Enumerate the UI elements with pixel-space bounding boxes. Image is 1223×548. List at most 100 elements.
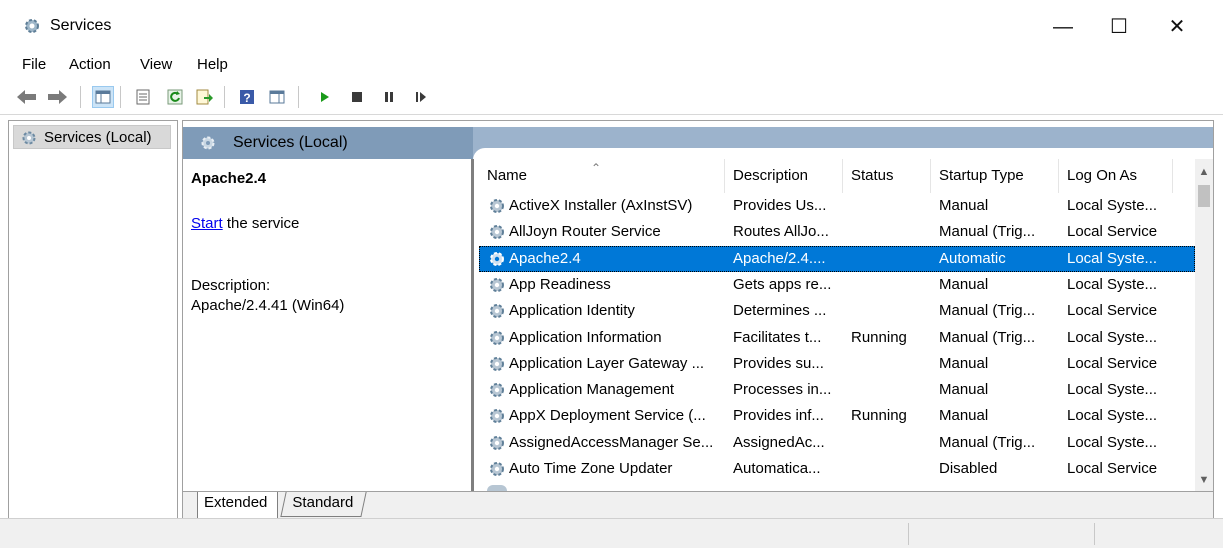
services-pane: Services (Local) Apache2.4 Start the ser…: [182, 120, 1214, 520]
close-button[interactable]: ✕: [1154, 8, 1200, 46]
table-row[interactable]: Application Identity Determines ... Manual…: [479, 298, 1195, 324]
properties-sheet-icon[interactable]: [132, 86, 154, 108]
table-row[interactable]: AllJoyn Router Service Routes AllJo... Man…: [479, 219, 1195, 245]
table-row[interactable]: Application Layer Gateway ... Provides su…: [479, 351, 1195, 377]
toolbar-separator: [298, 86, 299, 108]
service-description: Processes in...: [733, 381, 832, 399]
service-description: Gets apps re...: [733, 275, 832, 293]
gear-icon: [490, 199, 504, 213]
table-row[interactable]: Application Information Facilitates t... R…: [479, 325, 1195, 351]
service-startup-type: Manual (Trig...: [939, 328, 1036, 346]
action-pane-icon[interactable]: [266, 86, 288, 108]
service-description: Provides inf...: [733, 407, 824, 425]
pane-title: Services (Local): [233, 134, 348, 151]
table-row[interactable]: AppX Deployment Service (... Provides inf…: [479, 403, 1195, 429]
gear-icon: [25, 19, 39, 33]
back-arrow-icon[interactable]: [16, 86, 38, 108]
column-header-name[interactable]: Name ⌃: [479, 159, 725, 193]
menu-view[interactable]: View: [140, 56, 172, 73]
service-name: Apache2.4: [509, 249, 581, 267]
export-list-icon[interactable]: [194, 86, 216, 108]
status-divider: [908, 523, 909, 545]
service-log-on-as: Local Syste...: [1067, 433, 1158, 451]
service-startup-type: Manual (Trig...: [939, 223, 1036, 241]
service-log-on-as: Local Syste...: [1067, 249, 1158, 267]
play-icon[interactable]: [314, 86, 336, 108]
tree-item-services-local[interactable]: Services (Local): [13, 125, 171, 149]
column-header-log-on-as[interactable]: Log On As: [1059, 159, 1173, 193]
table-row[interactable]: ActiveX Installer (AxInstSV) Provides Us.…: [479, 193, 1195, 219]
service-name: AppX Deployment Service (...: [509, 407, 706, 425]
service-description: Apache/2.4....: [733, 249, 826, 267]
refresh-icon[interactable]: [164, 86, 186, 108]
column-header-status[interactable]: Status: [843, 159, 931, 193]
help-icon[interactable]: ?: [236, 86, 258, 108]
view-tabs: Extended Standard: [183, 491, 1213, 519]
service-description: Routes AllJo...: [733, 223, 829, 241]
table-row[interactable]: AssignedAccessManager Se... AssignedAc...…: [479, 430, 1195, 456]
status-divider: [1094, 523, 1095, 545]
toolbar: ?: [0, 80, 1223, 115]
service-startup-type: Manual: [939, 275, 989, 293]
menu-help[interactable]: Help: [197, 56, 228, 73]
gear-icon: [490, 435, 504, 450]
service-description: Automatica...: [733, 460, 821, 477]
table-row[interactable]: Application Management Processes in... Man…: [479, 377, 1195, 403]
scroll-down-arrow-icon[interactable]: ▼: [1195, 471, 1213, 489]
resume-icon[interactable]: [410, 86, 432, 108]
service-description: Provides Us...: [733, 197, 827, 214]
status-bar: [0, 518, 1223, 548]
service-startup-type: Automatic: [939, 249, 1006, 267]
service-startup-type: Manual (Trig...: [939, 433, 1036, 451]
table-row[interactable]: App Readiness Gets apps re... Manual Local …: [479, 272, 1195, 298]
service-name: Auto Time Zone Updater: [509, 460, 673, 477]
service-log-on-as: Local Syste...: [1067, 407, 1158, 425]
gear-icon: [490, 330, 504, 345]
service-log-on-as: Local Syste...: [1067, 275, 1158, 293]
service-startup-type: Manual: [939, 381, 989, 399]
minimize-button[interactable]: —: [1040, 8, 1086, 46]
maximize-button[interactable]: ☐: [1096, 8, 1142, 46]
services-list: Name ⌃ Description Status Startup Type L…: [479, 159, 1195, 491]
vertical-scrollbar[interactable]: ▲ ▼: [1195, 159, 1213, 491]
service-name: Application Information: [509, 328, 662, 346]
window-title: Services: [50, 17, 112, 34]
pause-icon[interactable]: [378, 86, 400, 108]
tab-standard[interactable]: Standard: [280, 492, 367, 517]
service-name: ActiveX Installer (AxInstSV): [509, 197, 693, 214]
menu-file[interactable]: File: [22, 56, 46, 73]
svg-text:?: ?: [243, 91, 250, 105]
table-row[interactable]: Apache2.4 Apache/2.4.... Automatic Local Sy…: [479, 245, 1195, 272]
show-console-tree-icon[interactable]: [92, 86, 114, 108]
service-log-on-as: Local Syste...: [1067, 381, 1158, 399]
menu-bar: File Action View Help: [0, 52, 1223, 78]
stop-icon[interactable]: [346, 86, 368, 108]
service-log-on-as: Local Service: [1067, 302, 1158, 320]
gear-icon: [490, 251, 504, 266]
menu-action[interactable]: Action: [69, 56, 111, 73]
console-tree: Services (Local): [8, 120, 178, 520]
tab-extended[interactable]: Extended: [197, 492, 279, 519]
title-bar: Services — ☐ ✕: [0, 0, 1223, 52]
service-status: Running: [851, 328, 907, 346]
service-description: Determines ...: [733, 302, 827, 320]
start-service-link[interactable]: Start: [191, 215, 223, 232]
table-row[interactable]: Auto Time Zone Updater Automatica... Disab…: [479, 456, 1195, 482]
gear-icon: [490, 277, 504, 292]
service-name: Application Identity: [509, 302, 635, 320]
column-header-startup-type[interactable]: Startup Type: [931, 159, 1059, 193]
scroll-thumb[interactable]: [1198, 185, 1210, 207]
tree-item-label: Services (Local): [44, 129, 152, 146]
service-description: Facilitates t...: [733, 328, 822, 346]
description-value: Apache/2.4.41 (Win64): [191, 297, 345, 314]
column-header-description[interactable]: Description: [725, 159, 843, 193]
service-startup-type: Manual: [939, 407, 989, 425]
service-name: AllJoyn Router Service: [509, 223, 661, 241]
scroll-up-arrow-icon[interactable]: ▲: [1195, 163, 1213, 181]
forward-arrow-icon[interactable]: [46, 86, 68, 108]
gear-icon: [490, 462, 504, 476]
service-log-on-as: Local Service: [1067, 223, 1158, 241]
service-name-heading: Apache2.4: [191, 170, 267, 187]
toolbar-separator: [120, 86, 121, 108]
start-service-suffix: the service: [222, 215, 300, 232]
